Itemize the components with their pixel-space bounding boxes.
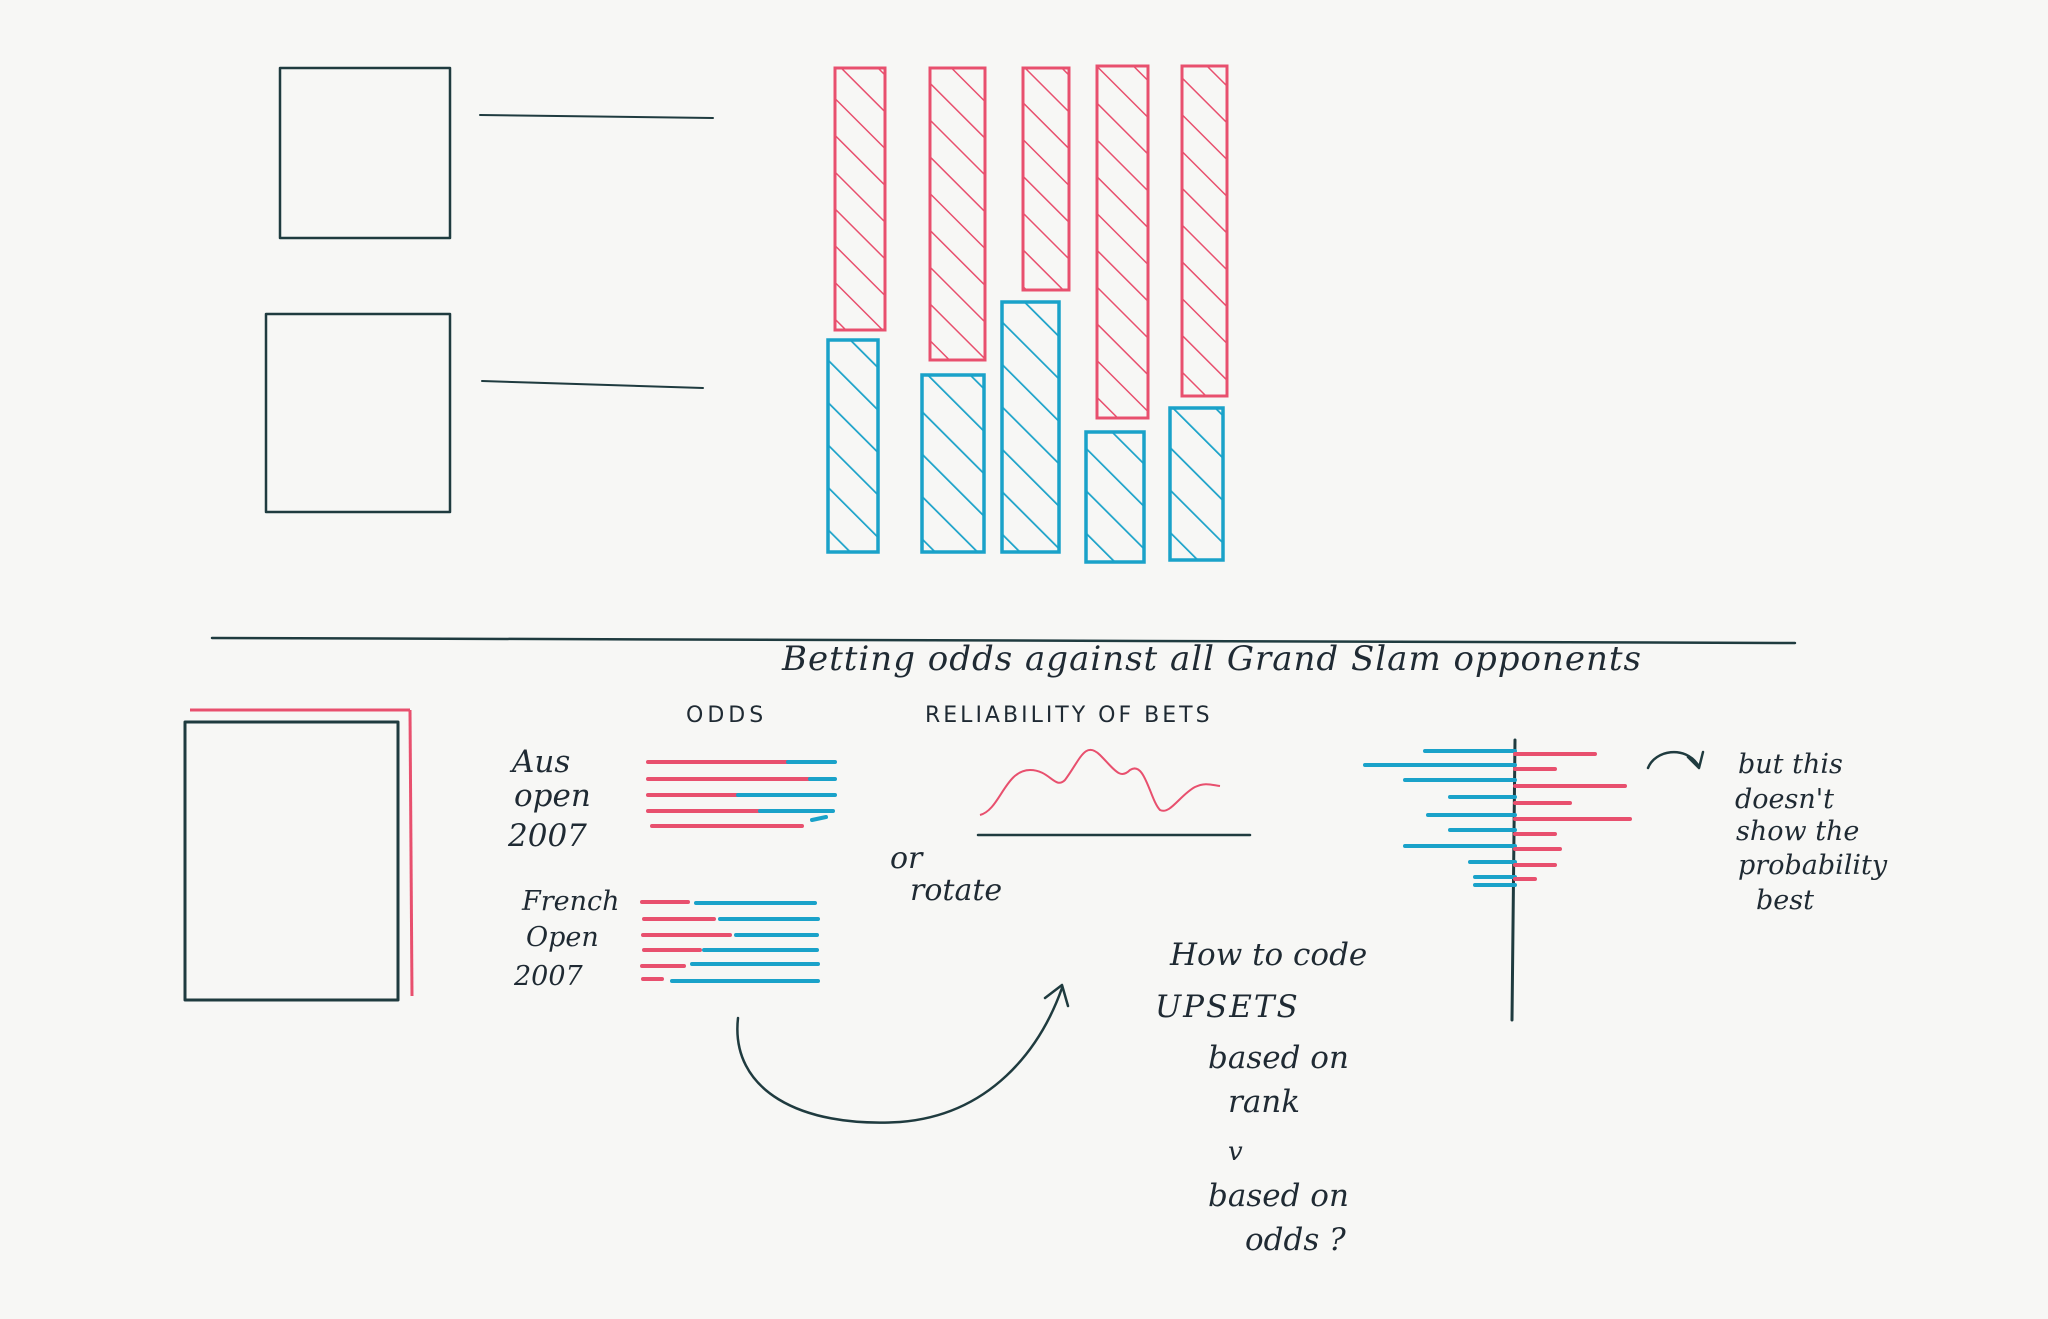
diverging-bars bbox=[1363, 738, 1632, 1022]
french-line-2: Open bbox=[526, 922, 599, 953]
aus-line-3: 2007 bbox=[507, 818, 587, 854]
or-text: or bbox=[890, 841, 924, 876]
placeholder-box-framed bbox=[183, 720, 400, 1002]
french-line-1: French bbox=[521, 886, 620, 917]
arrow-curve bbox=[736, 986, 1064, 1124]
label-french-open: French Open 2007 bbox=[513, 886, 620, 992]
rotate-text: rotate bbox=[910, 873, 1002, 908]
upsets-line-1: How to code bbox=[1169, 937, 1367, 973]
top-placeholder-boxes bbox=[264, 66, 714, 514]
upsets-line-6: based on bbox=[1208, 1178, 1349, 1214]
note-arrow bbox=[1646, 750, 1705, 770]
placeholder-box-bottom bbox=[264, 312, 452, 514]
upsets-line-4: rank bbox=[1228, 1084, 1300, 1120]
aus-line-1: Aus bbox=[509, 744, 570, 780]
stacked-bar bbox=[1084, 64, 1150, 564]
bar-segment-blue bbox=[1000, 300, 1061, 554]
placeholder-line-bottom bbox=[481, 380, 704, 389]
aus-odds-lines bbox=[646, 760, 837, 828]
sketch-title: Betting odds against all Grand Slam oppo… bbox=[781, 639, 1642, 679]
upsets-line-5: v bbox=[1228, 1137, 1243, 1167]
upsets-line-3: based on bbox=[1208, 1040, 1349, 1076]
odds-heading: ODDS bbox=[686, 703, 767, 728]
sketch-canvas: Betting odds against all Grand Slam oppo… bbox=[183, 64, 1888, 1258]
upsets-line-7: odds ? bbox=[1245, 1222, 1346, 1258]
note-line-1: but this bbox=[1738, 749, 1843, 780]
stacked-hatched-bars bbox=[826, 64, 1229, 564]
bar-segment-pink bbox=[1095, 64, 1150, 420]
note-line-5: best bbox=[1756, 885, 1814, 916]
placeholder-line-top bbox=[479, 114, 714, 119]
stacked-bar bbox=[826, 66, 887, 554]
reliability-heading: RELIABILITY OF BETS bbox=[925, 703, 1213, 728]
bar-segment-pink bbox=[833, 66, 887, 332]
note-probability: but this doesn't show the probability be… bbox=[1735, 749, 1888, 916]
stacked-bar bbox=[1168, 64, 1229, 562]
bar-segment-blue bbox=[1168, 406, 1225, 562]
note-line-4: probability bbox=[1738, 850, 1888, 881]
french-odds-lines bbox=[640, 900, 820, 983]
reliability-curve bbox=[979, 748, 1221, 816]
bar-segment-pink bbox=[1021, 66, 1071, 292]
aus-line-2: open bbox=[514, 778, 591, 814]
bar-segment-pink bbox=[1180, 64, 1229, 398]
stacked-bar bbox=[920, 66, 987, 554]
upsets-line-2: UPSETS bbox=[1155, 989, 1300, 1025]
odds-line-blue bbox=[810, 815, 828, 822]
note-line-3: show the bbox=[1736, 816, 1859, 847]
label-aus-open: Aus open 2007 bbox=[507, 744, 591, 854]
bar-segment-blue bbox=[920, 373, 986, 554]
note-line-2: doesn't bbox=[1735, 784, 1834, 815]
bar-segment-blue bbox=[826, 338, 880, 554]
bar-segment-pink bbox=[928, 66, 987, 362]
stacked-bar bbox=[1000, 66, 1071, 554]
bar-segment-blue bbox=[1084, 430, 1146, 564]
frame-right-pink bbox=[408, 709, 414, 997]
french-line-3: 2007 bbox=[513, 961, 584, 992]
placeholder-box-top bbox=[278, 66, 452, 240]
upsets-note: How to code UPSETS based on rank v based… bbox=[1155, 937, 1367, 1258]
curved-arrow bbox=[736, 983, 1070, 1124]
framed-placeholder bbox=[183, 708, 414, 1002]
